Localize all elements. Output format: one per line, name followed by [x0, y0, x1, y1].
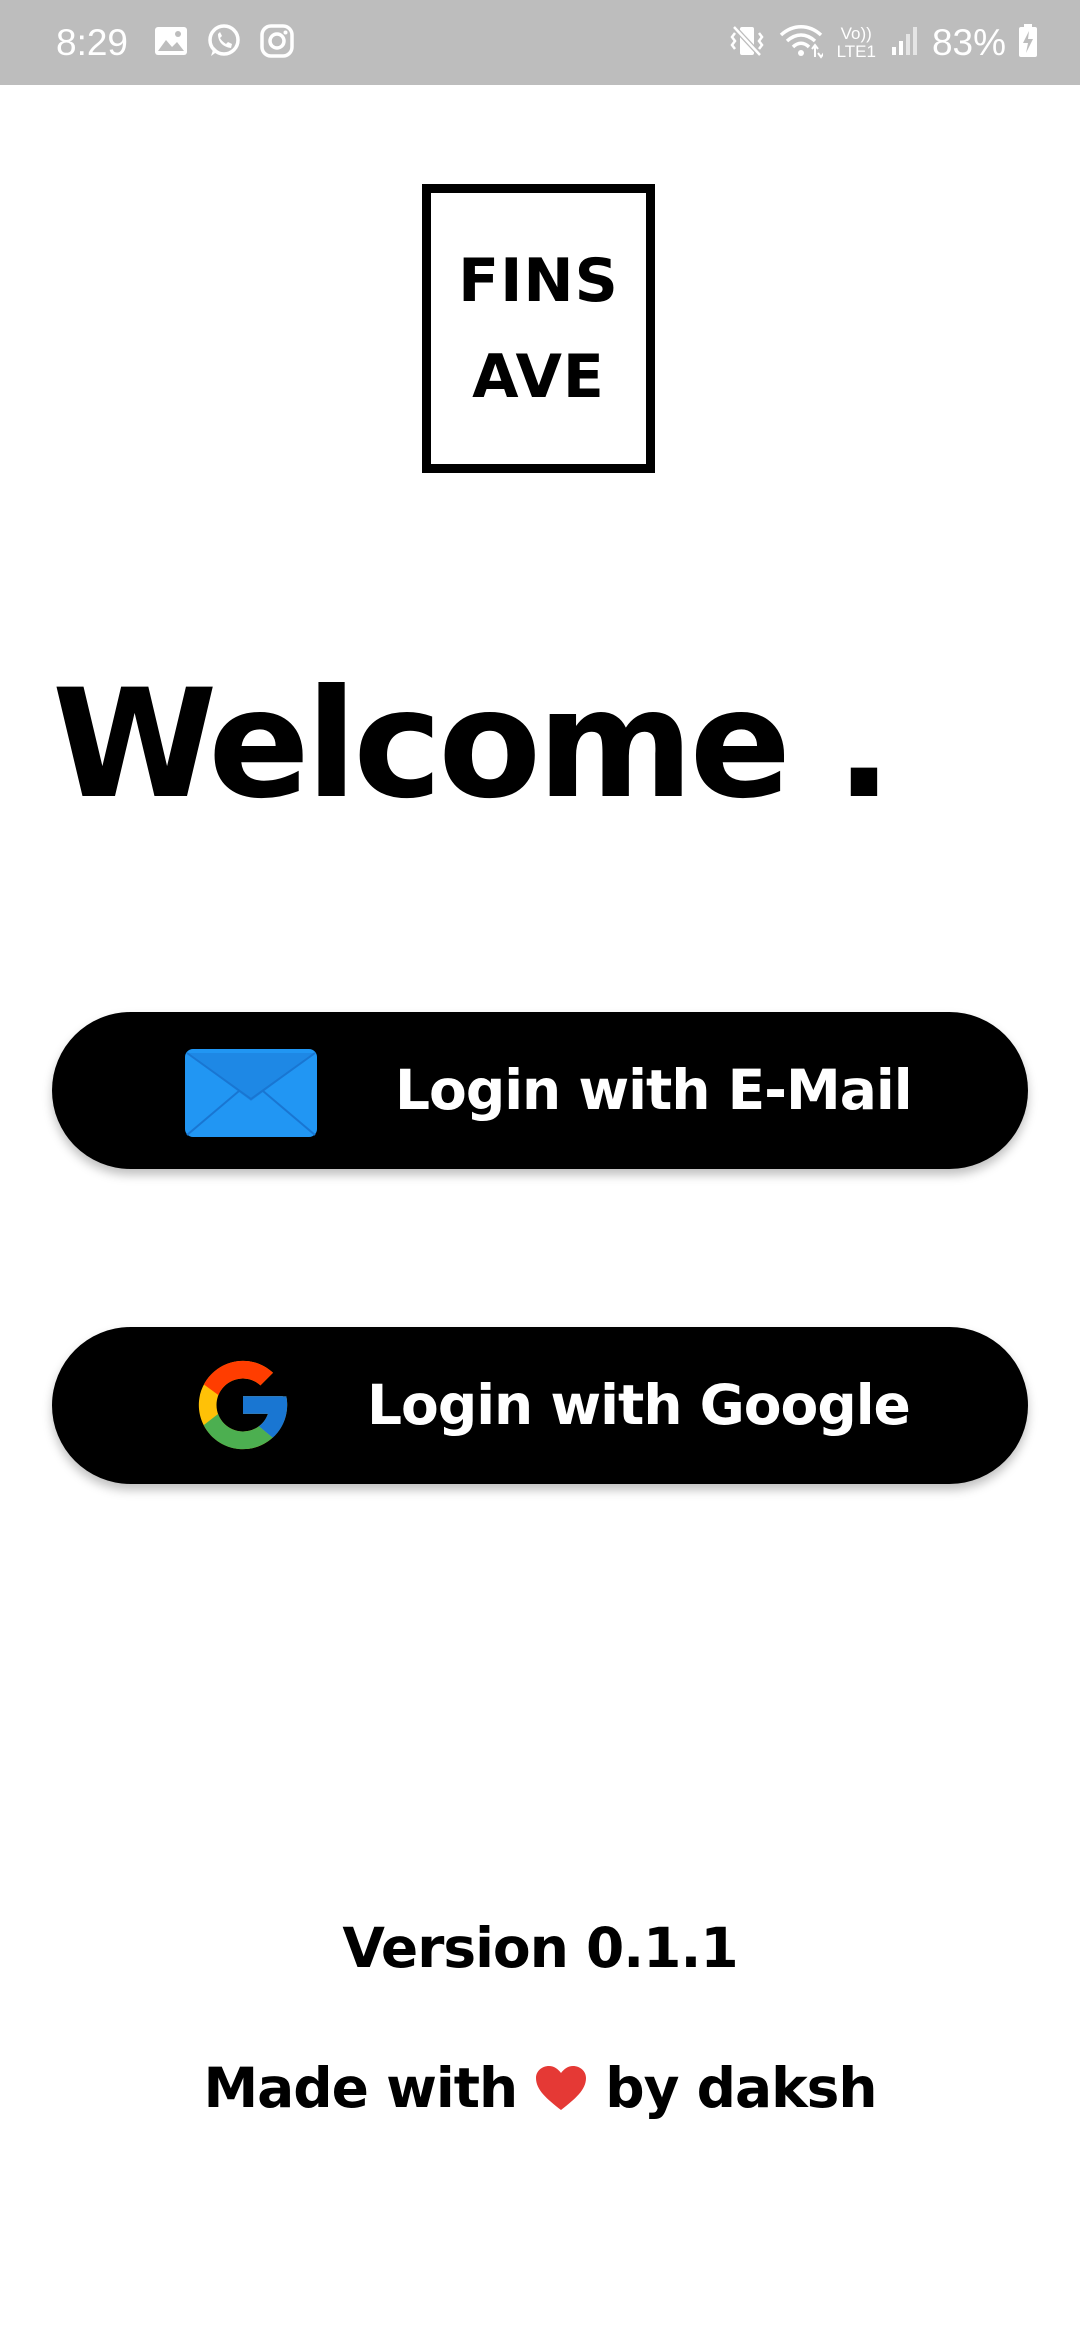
version-text: Version 0.1.1 — [342, 1916, 738, 1980]
logo-line-1: FINS — [458, 245, 619, 316]
made-with-credit: Made with by daksh — [0, 2055, 1080, 2121]
vibrate-icon — [729, 24, 765, 62]
login-google-label: Login with Google — [367, 1373, 911, 1437]
whatsapp-icon — [206, 23, 242, 63]
gallery-icon — [154, 26, 188, 60]
instagram-icon — [260, 23, 294, 62]
login-email-button[interactable]: Login with E-Mail — [52, 1012, 1028, 1169]
volte-label: Vo)) — [840, 23, 872, 43]
battery-percent: 83% — [931, 21, 1006, 63]
status-time: 8:29 — [56, 21, 129, 63]
login-email-label: Login with E-Mail — [395, 1058, 913, 1122]
app-logo: FINS AVE — [422, 184, 655, 473]
signal-icon — [890, 25, 918, 61]
wifi-icon — [779, 23, 825, 63]
login-google-button[interactable]: Login with Google — [52, 1327, 1028, 1484]
volte-lte-icon: Vo)) LTE1 — [836, 23, 876, 61]
made-with-text: Made with — [203, 2056, 518, 2120]
heart-icon — [535, 2065, 587, 2111]
status-bar: 8:29 Vo)) LTE1 83% — [0, 0, 1080, 85]
welcome-heading: Welcome . — [52, 658, 892, 832]
battery-charging-icon — [1018, 23, 1038, 62]
logo-line-2: AVE — [472, 341, 605, 412]
envelope-icon — [185, 1049, 317, 1137]
by-author-text: by daksh — [605, 2056, 877, 2120]
google-icon — [190, 1352, 296, 1458]
lte-label: LTE1 — [836, 41, 876, 61]
